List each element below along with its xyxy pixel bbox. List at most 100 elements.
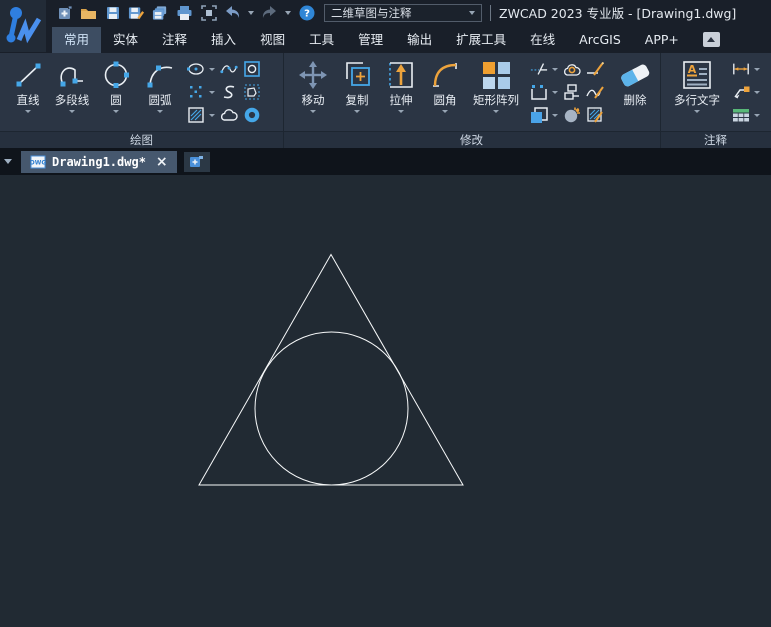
annotate-panel: A 多行文字 — [660, 53, 771, 131]
document-tab-active[interactable]: DWG Drawing1.dwg* × — [21, 150, 177, 173]
help-icon[interactable]: ? — [298, 4, 315, 21]
save-as-icon[interactable] — [128, 4, 145, 21]
ellipse-dropdown-caret-icon[interactable] — [209, 67, 215, 71]
undo-dropdown-caret-icon[interactable] — [248, 10, 254, 15]
line-dropdown-caret-icon[interactable] — [25, 110, 31, 113]
hatch-icon[interactable] — [187, 106, 205, 124]
zwcad-logo-icon — [6, 7, 42, 44]
close-tab-icon[interactable]: × — [156, 155, 168, 169]
point-dropdown-caret-icon[interactable] — [209, 90, 215, 94]
fillet-button[interactable]: 圆角 — [424, 56, 466, 131]
drawing-canvas[interactable] — [0, 175, 771, 627]
print-preview-icon[interactable] — [200, 4, 217, 21]
ribbon-tab-tools[interactable]: 工具 — [297, 27, 346, 53]
print-icon[interactable] — [176, 4, 193, 21]
polyline-dropdown-caret-icon[interactable] — [69, 110, 75, 113]
inscribed-circle-entity[interactable] — [254, 331, 409, 486]
open-folder-icon[interactable] — [80, 4, 97, 21]
edit-hatch-icon[interactable] — [586, 106, 604, 124]
scale-dropdown-caret-icon[interactable] — [552, 90, 558, 94]
mtext-dropdown-caret-icon[interactable] — [694, 110, 700, 113]
move-dropdown-caret-icon[interactable] — [310, 110, 316, 113]
rectangular-array-button[interactable]: 矩形阵列 — [468, 56, 524, 131]
copy-dropdown-caret-icon[interactable] — [354, 110, 360, 113]
align-icon[interactable] — [563, 83, 581, 101]
erase-button-label: 删除 — [623, 93, 647, 107]
edit-polyline-icon[interactable] — [586, 83, 604, 101]
arc-icon — [144, 56, 176, 94]
donut-icon[interactable] — [243, 106, 261, 124]
draw-panel-label[interactable]: 绘图 — [0, 132, 283, 148]
app-logo[interactable] — [0, 0, 46, 52]
ribbon-tab-insert[interactable]: 插入 — [199, 27, 248, 53]
leader-icon[interactable] — [732, 83, 750, 101]
document-list-caret-icon[interactable] — [4, 159, 12, 164]
fillet-dropdown-caret-icon[interactable] — [442, 110, 448, 113]
line-button[interactable]: 直线 — [7, 56, 49, 131]
spline-fit-icon[interactable] — [220, 60, 238, 78]
wipeout-icon[interactable] — [243, 83, 261, 101]
undo-icon[interactable] — [224, 4, 241, 21]
redo-dropdown-caret-icon[interactable] — [285, 10, 291, 15]
svg-text:A: A — [688, 63, 697, 76]
ribbon-tab-home[interactable]: 常用 — [52, 27, 102, 53]
ribbon-tab-online[interactable]: 在线 — [518, 27, 567, 53]
stretch-button[interactable]: 拉伸 — [380, 56, 422, 131]
offset-icon[interactable] — [530, 106, 548, 124]
panel-divider — [660, 53, 661, 148]
plot-icon[interactable] — [152, 4, 169, 21]
circle-dropdown-caret-icon[interactable] — [113, 110, 119, 113]
modify-panel-label[interactable]: 修改 — [283, 132, 660, 148]
leader-dropdown-caret-icon[interactable] — [754, 90, 760, 94]
workspace-selector[interactable]: 二维草图与注释 — [324, 3, 482, 22]
dimension-dropdown-caret-icon[interactable] — [754, 67, 760, 71]
table-icon[interactable] — [732, 106, 750, 124]
annotate-panel-label[interactable]: 注释 — [660, 132, 771, 148]
boundary-icon[interactable] — [243, 60, 261, 78]
arc-button-label: 圆弧 — [148, 93, 172, 107]
stretch-dropdown-caret-icon[interactable] — [398, 110, 404, 113]
explode-icon[interactable] — [563, 106, 581, 124]
move-button[interactable]: 移动 — [292, 56, 334, 131]
new-document-tab-button[interactable] — [183, 151, 210, 172]
ribbon-tab-manage[interactable]: 管理 — [346, 27, 395, 53]
scale-icon[interactable] — [530, 83, 548, 101]
rectangular-array-dropdown-caret-icon[interactable] — [493, 110, 499, 113]
new-file-icon[interactable] — [56, 4, 73, 21]
arc-button[interactable]: 圆弧 — [139, 56, 181, 131]
triangle-entity[interactable] — [198, 253, 464, 486]
svg-text:?: ? — [304, 8, 310, 19]
workspace-selector-value: 二维草图与注释 — [331, 5, 412, 20]
arc-dropdown-caret-icon[interactable] — [157, 110, 163, 113]
lengthen-icon[interactable] — [586, 60, 604, 78]
ribbon-tab-app-plus[interactable]: APP+ — [633, 27, 691, 53]
point-icon[interactable] — [187, 83, 205, 101]
redo-icon[interactable] — [261, 4, 278, 21]
trim-icon[interactable] — [530, 60, 548, 78]
table-dropdown-caret-icon[interactable] — [754, 113, 760, 117]
save-icon[interactable] — [104, 4, 121, 21]
ribbon-tab-annotate[interactable]: 注释 — [150, 27, 199, 53]
revision-cloud-icon[interactable] — [220, 106, 238, 124]
offset-dropdown-caret-icon[interactable] — [552, 113, 558, 117]
ribbon-tab-output[interactable]: 输出 — [395, 27, 444, 53]
ellipse-icon[interactable] — [187, 60, 205, 78]
ribbon-tab-view[interactable]: 视图 — [248, 27, 297, 53]
copy-button[interactable]: 复制 — [336, 56, 378, 131]
ribbon-collapse-button[interactable] — [702, 32, 720, 47]
hatch-dropdown-caret-icon[interactable] — [209, 113, 215, 117]
ribbon-tab-solid[interactable]: 实体 — [101, 27, 150, 53]
spline-icon[interactable] — [220, 83, 238, 101]
linear-dimension-icon[interactable] — [732, 60, 750, 78]
ribbon-tab-arcgis[interactable]: ArcGIS — [567, 27, 633, 53]
polyline-button[interactable]: 多段线 — [51, 56, 93, 131]
mtext-button[interactable]: A 多行文字 — [668, 56, 726, 131]
ribbon-tab-express[interactable]: 扩展工具 — [444, 27, 518, 53]
erase-button[interactable]: 删除 — [614, 56, 656, 131]
line-button-label: 直线 — [16, 93, 40, 107]
svg-text:DWG: DWG — [30, 159, 46, 166]
line-icon — [12, 56, 44, 94]
circle-button[interactable]: 圆 — [95, 56, 137, 131]
join-icon[interactable] — [563, 60, 581, 78]
trim-dropdown-caret-icon[interactable] — [552, 67, 558, 71]
